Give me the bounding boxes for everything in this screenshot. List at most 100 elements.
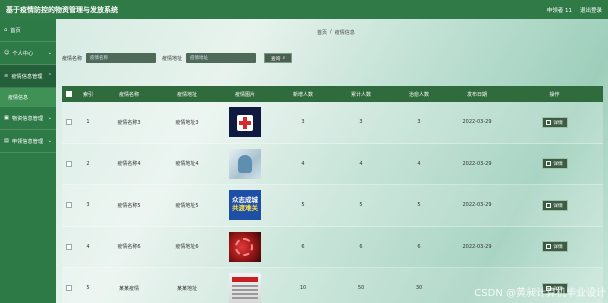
detail-button[interactable]: 详情 bbox=[541, 199, 568, 211]
cell-date: 2022-03-29 bbox=[462, 119, 492, 126]
epidemic-table: 索引 疫情名称 疫情地址 疫情图片 新增人数 累计人数 治愈人数 发布日期 操作… bbox=[62, 86, 603, 303]
watermark: CSDN @黄昶计算机毕业设计 bbox=[474, 288, 606, 299]
logout-link[interactable]: 退出登录 bbox=[580, 6, 602, 14]
header-image: 疫情图片 bbox=[234, 91, 255, 98]
first-aid-image bbox=[229, 107, 261, 138]
cell-new: 5 bbox=[301, 202, 305, 209]
sidebar-item-label: 申领信息管理 bbox=[11, 138, 44, 145]
sidebar-item-supplies-management[interactable]: ▣ 物资信息管理 ⌄ bbox=[0, 107, 56, 130]
search-button-label: 查询 bbox=[270, 56, 281, 62]
breadcrumb-separator: / bbox=[330, 29, 332, 35]
header-cured: 治愈人数 bbox=[408, 91, 429, 98]
table-row: 1 疫情名称3 疫情地址3 3 3 3 2022-03-29 详情 bbox=[62, 102, 603, 144]
cell-new: 3 bbox=[301, 119, 305, 126]
search-button[interactable]: 查询 ⌕ bbox=[264, 53, 293, 63]
sidebar-item-label: 疫情信息管理 bbox=[11, 73, 43, 80]
cell-name: 疫情名称6 bbox=[117, 244, 141, 251]
box-icon: ▣ bbox=[4, 115, 9, 121]
cell-address: 疫情地址4 bbox=[175, 161, 199, 168]
detail-button[interactable]: 详情 bbox=[541, 241, 568, 253]
cell-new: 4 bbox=[301, 160, 305, 167]
cell-name: 疫情名称5 bbox=[117, 202, 141, 209]
cell-index: 4 bbox=[86, 243, 90, 250]
poster-image: 众志成城 共渡难关 bbox=[229, 190, 261, 221]
sidebar-item-label: 个人中心 bbox=[12, 50, 34, 57]
name-search-input[interactable]: 疫情名称 bbox=[86, 53, 157, 63]
edit-icon bbox=[546, 119, 552, 125]
cell-cured: 3 bbox=[417, 119, 421, 126]
main-content: 首页 / 疫情信息 疫情名称 疫情名称 疫情地址 疫情地址 查询 ⌕ 索引 疫情… bbox=[56, 19, 608, 303]
cell-index: 2 bbox=[86, 160, 90, 167]
row-checkbox[interactable] bbox=[66, 119, 72, 126]
sidebar-item-application-management[interactable]: ▤ 申领信息管理 ⌄ bbox=[0, 130, 56, 153]
doc-icon: ▤ bbox=[4, 138, 9, 144]
row-checkbox[interactable] bbox=[66, 202, 72, 209]
cell-address: 疫情地址3 bbox=[175, 119, 199, 126]
address-search-input[interactable]: 疫情地址 bbox=[186, 53, 257, 63]
breadcrumb-current: 疫情信息 bbox=[334, 30, 355, 36]
sidebar: ⌂ 首页 ☺ 个人中心 ⌄ ≡ 疫情信息管理 ⌃ 疫情信息 ▣ 物资信息管理 ⌄… bbox=[0, 19, 56, 303]
sidebar-item-label: 首页 bbox=[10, 27, 21, 34]
header-name: 疫情名称 bbox=[118, 91, 139, 98]
address-label: 疫情地址 bbox=[162, 55, 183, 62]
breadcrumb: 首页 / 疫情信息 bbox=[317, 29, 355, 36]
sidebar-subitem-epidemic-info[interactable]: 疫情信息 bbox=[0, 88, 56, 107]
cell-total: 50 bbox=[357, 285, 365, 292]
cell-total: 3 bbox=[359, 119, 363, 126]
detail-button[interactable]: 详情 bbox=[541, 116, 568, 128]
detail-button-label: 详情 bbox=[553, 162, 563, 168]
detail-button[interactable]: 详情 bbox=[541, 158, 568, 170]
user-label: 申领者 11 bbox=[546, 7, 572, 14]
cell-index: 1 bbox=[86, 119, 90, 126]
cell-total: 5 bbox=[359, 202, 363, 209]
cell-date: 2022-03-29 bbox=[462, 243, 492, 250]
user-icon: ☺ bbox=[4, 50, 10, 56]
search-icon: ⌕ bbox=[282, 56, 286, 61]
cell-total: 6 bbox=[359, 243, 363, 250]
home-icon: ⌂ bbox=[4, 27, 8, 33]
header-new: 新增人数 bbox=[292, 91, 313, 98]
cell-cured: 6 bbox=[417, 243, 421, 250]
table-row: 3 疫情名称5 疫情地址5 众志成城 共渡难关 5 5 5 2022-03-29 … bbox=[62, 185, 603, 227]
header-total: 累计人数 bbox=[350, 91, 371, 98]
cell-address: 疫情地址6 bbox=[175, 244, 199, 251]
row-checkbox[interactable] bbox=[66, 160, 72, 167]
cell-date: 2022-03-29 bbox=[462, 202, 492, 209]
news-image bbox=[229, 273, 261, 303]
chevron-down-icon: ⌄ bbox=[47, 138, 52, 144]
cell-new: 6 bbox=[301, 243, 305, 250]
app-title: 基于疫情防控的物资管理与发放系统 bbox=[6, 5, 118, 14]
sidebar-item-home[interactable]: ⌂ 首页 bbox=[0, 19, 56, 42]
edit-icon bbox=[546, 161, 552, 167]
edit-icon bbox=[546, 244, 552, 250]
sidebar-item-profile[interactable]: ☺ 个人中心 ⌄ bbox=[0, 42, 56, 65]
cell-address: 某某地址 bbox=[176, 285, 197, 292]
row-checkbox[interactable] bbox=[66, 285, 72, 292]
cell-index: 5 bbox=[86, 285, 90, 292]
list-icon: ≡ bbox=[4, 73, 9, 79]
header-index: 索引 bbox=[82, 91, 93, 98]
chevron-down-icon: ⌄ bbox=[47, 115, 52, 121]
cell-cured: 30 bbox=[415, 285, 423, 292]
table-header: 索引 疫情名称 疫情地址 疫情图片 新增人数 累计人数 治愈人数 发布日期 操作 bbox=[62, 86, 603, 102]
sidebar-item-label: 物资信息管理 bbox=[11, 115, 44, 122]
cell-name: 某某疫情 bbox=[118, 285, 139, 292]
table-row: 4 疫情名称6 疫情地址6 6 6 6 2022-03-29 详情 bbox=[62, 226, 603, 268]
breadcrumb-home[interactable]: 首页 bbox=[317, 29, 327, 36]
sidebar-item-epidemic-management[interactable]: ≡ 疫情信息管理 ⌃ bbox=[0, 65, 56, 88]
cell-new: 10 bbox=[299, 285, 307, 292]
top-bar: 基于疫情防控的物资管理与发放系统 申领者 11 退出登录 bbox=[0, 0, 608, 19]
chevron-down-icon: ⌄ bbox=[47, 50, 52, 56]
medical-worker-image bbox=[229, 148, 261, 179]
select-all-checkbox[interactable] bbox=[66, 91, 72, 97]
cell-address: 疫情地址5 bbox=[175, 202, 199, 209]
row-checkbox[interactable] bbox=[66, 243, 72, 250]
edit-icon bbox=[546, 202, 552, 208]
chevron-up-icon: ⌃ bbox=[47, 73, 52, 79]
virus-image bbox=[229, 231, 261, 262]
cell-name: 疫情名称4 bbox=[117, 161, 141, 168]
header-address: 疫情地址 bbox=[176, 91, 197, 98]
poster-text-bottom: 共渡难关 bbox=[232, 204, 258, 213]
cell-index: 3 bbox=[86, 202, 90, 209]
cell-cured: 4 bbox=[417, 160, 421, 167]
